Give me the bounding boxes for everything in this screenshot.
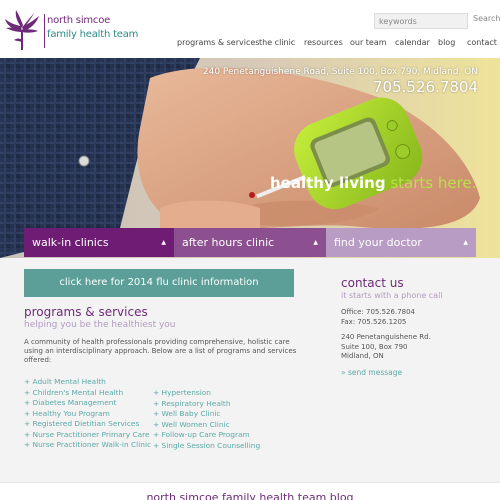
flu-clinic-button[interactable]: click here for 2014 flu clinic informati… <box>24 269 294 297</box>
tagline-green: starts here. <box>385 174 477 192</box>
address-line: Midland, ON <box>341 352 384 360</box>
triangle-up-icon: ▲ <box>313 239 318 246</box>
hero-address: 240 Penetanguishene Road, Suite 100, Box… <box>202 67 478 77</box>
service-link[interactable]: + Respiratory Health <box>153 399 260 410</box>
quick-links-bar: walk-in clinics ▲ after hours clinic ▲ f… <box>24 228 476 257</box>
service-link[interactable]: + Diabetes Management <box>24 398 151 409</box>
walk-in-clinics-button[interactable]: walk-in clinics ▲ <box>24 228 174 257</box>
service-link[interactable]: + Nurse Practitioner Walk-in Clinic <box>24 440 151 451</box>
nav-resources[interactable]: resources <box>304 38 343 47</box>
nav-our-team[interactable]: our team <box>350 38 387 47</box>
contact-title: contact us <box>341 276 404 290</box>
nav-the-clinic[interactable]: the clinic <box>259 38 295 47</box>
address-line: Suite 100, Box 790 <box>341 342 408 351</box>
services-list-right: + Hypertension + Respiratory Health + We… <box>153 388 260 451</box>
service-link[interactable]: + Single Session Counselling <box>153 441 260 452</box>
site-header: north simcoe family health team Search p… <box>0 0 500 58</box>
service-link[interactable]: + Well Women Clinic <box>153 420 260 431</box>
contact-subtitle: it starts with a phone call <box>341 291 443 300</box>
hero-tagline: healthy living starts here. <box>270 174 476 192</box>
programs-title: programs & services <box>24 305 148 319</box>
nav-blog[interactable]: blog <box>438 38 455 47</box>
nav-programs-services[interactable]: programs & services <box>177 38 259 47</box>
programs-intro: A community of health professionals prov… <box>24 338 297 364</box>
after-hours-clinic-button[interactable]: after hours clinic ▲ <box>174 228 326 257</box>
fax-number: Fax: 705.526.1205 <box>341 317 407 326</box>
blog-title[interactable]: north simcoe family health team blog <box>0 491 500 500</box>
service-link[interactable]: + Follow-up Care Program <box>153 430 260 441</box>
service-link[interactable]: + Healthy You Program <box>24 409 151 420</box>
nav-calendar[interactable]: calendar <box>395 38 430 47</box>
address-line: 240 Penetanguishene Rd. <box>341 333 431 341</box>
contact-phone-block: Office: 705.526.7804 Fax: 705.526.1205 <box>341 308 415 327</box>
service-link[interactable]: + Hypertension <box>153 388 260 399</box>
logo-line-1: north simcoe <box>47 15 111 26</box>
page: north simcoe family health team Search p… <box>0 0 500 500</box>
hero-phone: 705.526.7804 <box>373 78 478 96</box>
find-your-doctor-button[interactable]: find your doctor ▲ <box>326 228 476 257</box>
tagline-white: healthy living <box>270 174 386 192</box>
find-your-doctor-label: find your doctor <box>334 236 422 249</box>
services-list-left: + Adult Mental Health + Children's Menta… <box>24 377 151 451</box>
nav-contact[interactable]: contact <box>467 38 497 47</box>
send-message-link[interactable]: » send message <box>341 368 402 377</box>
service-link[interactable]: + Registered Dietitian Services <box>24 419 151 430</box>
search-input[interactable] <box>374 13 468 29</box>
triangle-up-icon: ▲ <box>463 239 468 246</box>
after-hours-clinic-label: after hours clinic <box>182 236 275 249</box>
main-nav: programs & services the clinic resources… <box>0 38 500 52</box>
blog-section: north simcoe family health team blog <box>0 482 500 500</box>
programs-subtitle: helping you be the healthiest you <box>24 320 176 330</box>
search-button[interactable]: Search <box>473 14 500 23</box>
service-link[interactable]: + Nurse Practitioner Primary Care <box>24 430 151 441</box>
walk-in-clinics-label: walk-in clinics <box>32 236 109 249</box>
service-link[interactable]: + Children's Mental Health <box>24 388 151 399</box>
service-link[interactable]: + Well Baby Clinic <box>153 409 260 420</box>
triangle-up-icon: ▲ <box>161 239 166 246</box>
contact-address: 240 Penetanguishene Rd. Suite 100, Box 7… <box>341 333 431 362</box>
office-phone: Office: 705.526.7804 <box>341 308 416 316</box>
service-link[interactable]: + Adult Mental Health <box>24 377 151 388</box>
